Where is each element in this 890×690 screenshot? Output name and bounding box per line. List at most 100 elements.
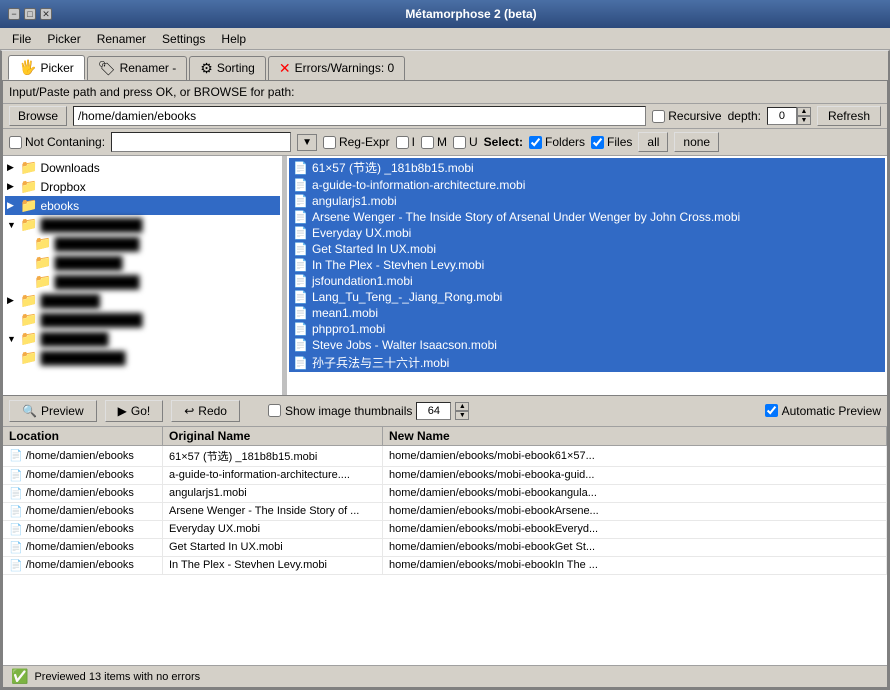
- recursive-checkbox[interactable]: [652, 110, 665, 123]
- table-body: 📄 /home/damien/ebooks 61×57 (节选) _181b8b…: [3, 446, 887, 575]
- tab-errors[interactable]: ✕ Errors/Warnings: 0: [268, 56, 405, 80]
- depth-spinner[interactable]: ▲ ▼: [797, 107, 811, 125]
- file-item-4[interactable]: 📄 Everyday UX.mobi: [289, 225, 885, 241]
- tree-item-blurred-2[interactable]: 📁 ██████████: [5, 234, 280, 253]
- folder-icon-blurred-3: 📁: [34, 254, 51, 271]
- td-location-6: 📄 /home/damien/ebooks: [3, 557, 163, 574]
- tab-renamer-label: Renamer -: [120, 61, 177, 75]
- td-new-name-1: home/damien/ebooks/mobi-ebooka-guid...: [383, 467, 887, 484]
- tree-item-blurred-1[interactable]: ▼ 📁 ████████████: [5, 215, 280, 234]
- thumb-down-button[interactable]: ▼: [455, 411, 469, 420]
- arrow-blurred-7[interactable]: ▼: [7, 334, 17, 344]
- minimize-button[interactable]: −: [8, 8, 20, 20]
- redo-label: Redo: [198, 404, 227, 418]
- browse-button[interactable]: Browse: [9, 106, 67, 126]
- file-item-0[interactable]: 📄 61×57 (节选) _181b8b15.mobi: [289, 158, 885, 177]
- file-item-7[interactable]: 📄 jsfoundation1.mobi: [289, 273, 885, 289]
- file-icon-4: 📄: [293, 226, 308, 240]
- tree-item-blurred-7[interactable]: ▼ 📁 ████████: [5, 329, 280, 348]
- auto-preview-checkbox[interactable]: [765, 404, 778, 417]
- file-item-11[interactable]: 📄 Steve Jobs - Walter Isaacson.mobi: [289, 337, 885, 353]
- tree-item-blurred-5[interactable]: ▶ 📁 ███████: [5, 291, 280, 310]
- u-checkbox[interactable]: [453, 136, 466, 149]
- app-title: Métamorphose 2 (beta): [60, 7, 882, 21]
- tree-item-blurred-4[interactable]: 📁 ██████████: [5, 272, 280, 291]
- tab-picker[interactable]: 🖐 Picker: [8, 55, 85, 80]
- depth-up-button[interactable]: ▲: [797, 107, 811, 116]
- thumbnail-spinner[interactable]: ▲ ▼: [455, 402, 469, 420]
- arrow-blurred-2[interactable]: [21, 239, 31, 249]
- all-button[interactable]: all: [638, 132, 668, 152]
- menu-renamer[interactable]: Renamer: [89, 30, 154, 48]
- file-item-3[interactable]: 📄 Arsene Wenger - The Inside Story of Ar…: [289, 209, 885, 225]
- arrow-blurred-6[interactable]: [7, 315, 17, 325]
- arrow-ebooks[interactable]: ▶: [7, 200, 17, 211]
- menu-file[interactable]: File: [4, 30, 39, 48]
- m-checkbox[interactable]: [421, 136, 434, 149]
- tab-sorting[interactable]: ⚙ Sorting: [189, 56, 266, 80]
- arrow-dropbox[interactable]: ▶: [7, 181, 17, 192]
- renamer-icon: 🏷: [98, 60, 116, 77]
- thumbnail-label: Show image thumbnails: [285, 404, 412, 418]
- row-icon-3: 📄: [9, 505, 23, 518]
- file-item-5[interactable]: 📄 Get Started In UX.mobi: [289, 241, 885, 257]
- arrow-blurred-5[interactable]: ▶: [7, 295, 17, 306]
- tab-renamer[interactable]: 🏷 Renamer -: [87, 56, 187, 80]
- file-icon-6: 📄: [293, 258, 308, 272]
- file-item-10[interactable]: 📄 phppro1.mobi: [289, 321, 885, 337]
- none-button[interactable]: none: [674, 132, 719, 152]
- filter-dropdown[interactable]: ▼: [297, 134, 317, 151]
- depth-down-button[interactable]: ▼: [797, 116, 811, 125]
- td-new-name-2: home/damien/ebooks/mobi-ebookangula...: [383, 485, 887, 502]
- file-item-1[interactable]: 📄 a-guide-to-information-architecture.mo…: [289, 177, 885, 193]
- folders-checkbox[interactable]: [529, 136, 542, 149]
- not-containing-checkbox[interactable]: [9, 136, 22, 149]
- td-new-name-5: home/damien/ebooks/mobi-ebookGet St...: [383, 539, 887, 556]
- close-button[interactable]: ✕: [40, 8, 52, 20]
- menu-picker[interactable]: Picker: [39, 30, 88, 48]
- menu-settings[interactable]: Settings: [154, 30, 213, 48]
- tree-label-blurred-7: ████████: [40, 332, 108, 346]
- arrow-blurred-4[interactable]: [21, 277, 31, 287]
- path-input[interactable]: [73, 106, 646, 126]
- arrow-blurred-3[interactable]: [21, 258, 31, 268]
- refresh-button[interactable]: Refresh: [817, 106, 881, 126]
- folder-icon-blurred-5: 📁: [20, 292, 37, 309]
- files-checkbox[interactable]: [591, 136, 604, 149]
- tree-item-dropbox[interactable]: ▶ 📁 Dropbox: [5, 177, 280, 196]
- i-checkbox[interactable]: [396, 136, 409, 149]
- tree-item-downloads[interactable]: ▶ 📁 Downloads: [5, 158, 280, 177]
- title-bar: − □ ✕ Métamorphose 2 (beta): [0, 0, 890, 28]
- thumbnail-checkbox[interactable]: [268, 404, 281, 417]
- thumb-up-button[interactable]: ▲: [455, 402, 469, 411]
- window-controls[interactable]: − □ ✕: [8, 8, 52, 20]
- arrow-blurred-1[interactable]: ▼: [7, 220, 17, 230]
- restore-button[interactable]: □: [24, 8, 36, 20]
- path-instruction: Input/Paste path and press OK, or BROWSE…: [9, 85, 294, 99]
- file-item-12[interactable]: 📄 孙子兵法与三十六计.mobi: [289, 353, 885, 372]
- file-item-6[interactable]: 📄 In The Plex - Stevhen Levy.mobi: [289, 257, 885, 273]
- tree-item-blurred-8[interactable]: 📁 ██████████: [5, 348, 280, 367]
- tree-item-blurred-3[interactable]: 📁 ████████: [5, 253, 280, 272]
- tree-item-blurred-6[interactable]: 📁 ████████████: [5, 310, 280, 329]
- file-item-9[interactable]: 📄 mean1.mobi: [289, 305, 885, 321]
- thumbnail-size-input[interactable]: [416, 402, 451, 420]
- file-item-2[interactable]: 📄 angularjs1.mobi: [289, 193, 885, 209]
- errors-icon: ✕: [279, 60, 291, 77]
- arrow-downloads[interactable]: ▶: [7, 162, 17, 173]
- menu-help[interactable]: Help: [213, 30, 254, 48]
- file-item-8[interactable]: 📄 Lang_Tu_Teng_-_Jiang_Rong.mobi: [289, 289, 885, 305]
- table-row: 📄 /home/damien/ebooks Get Started In UX.…: [3, 539, 887, 557]
- bottom-toolbar: 🔍 Preview ▶ Go! ↩ Redo Show image thumbn…: [3, 395, 887, 427]
- go-button[interactable]: ▶ Go!: [105, 400, 164, 422]
- reg-expr-checkbox[interactable]: [323, 136, 336, 149]
- filter-input[interactable]: [111, 132, 291, 152]
- depth-input[interactable]: [767, 107, 797, 125]
- td-location-0: 📄 /home/damien/ebooks: [3, 446, 163, 466]
- arrow-blurred-8[interactable]: [7, 353, 17, 363]
- preview-button[interactable]: 🔍 Preview: [9, 400, 97, 422]
- table-row: 📄 /home/damien/ebooks a-guide-to-informa…: [3, 467, 887, 485]
- redo-button[interactable]: ↩ Redo: [171, 400, 240, 422]
- tree-item-ebooks[interactable]: ▶ 📁 ebooks: [5, 196, 280, 215]
- picker-icon: 🖐: [19, 59, 36, 76]
